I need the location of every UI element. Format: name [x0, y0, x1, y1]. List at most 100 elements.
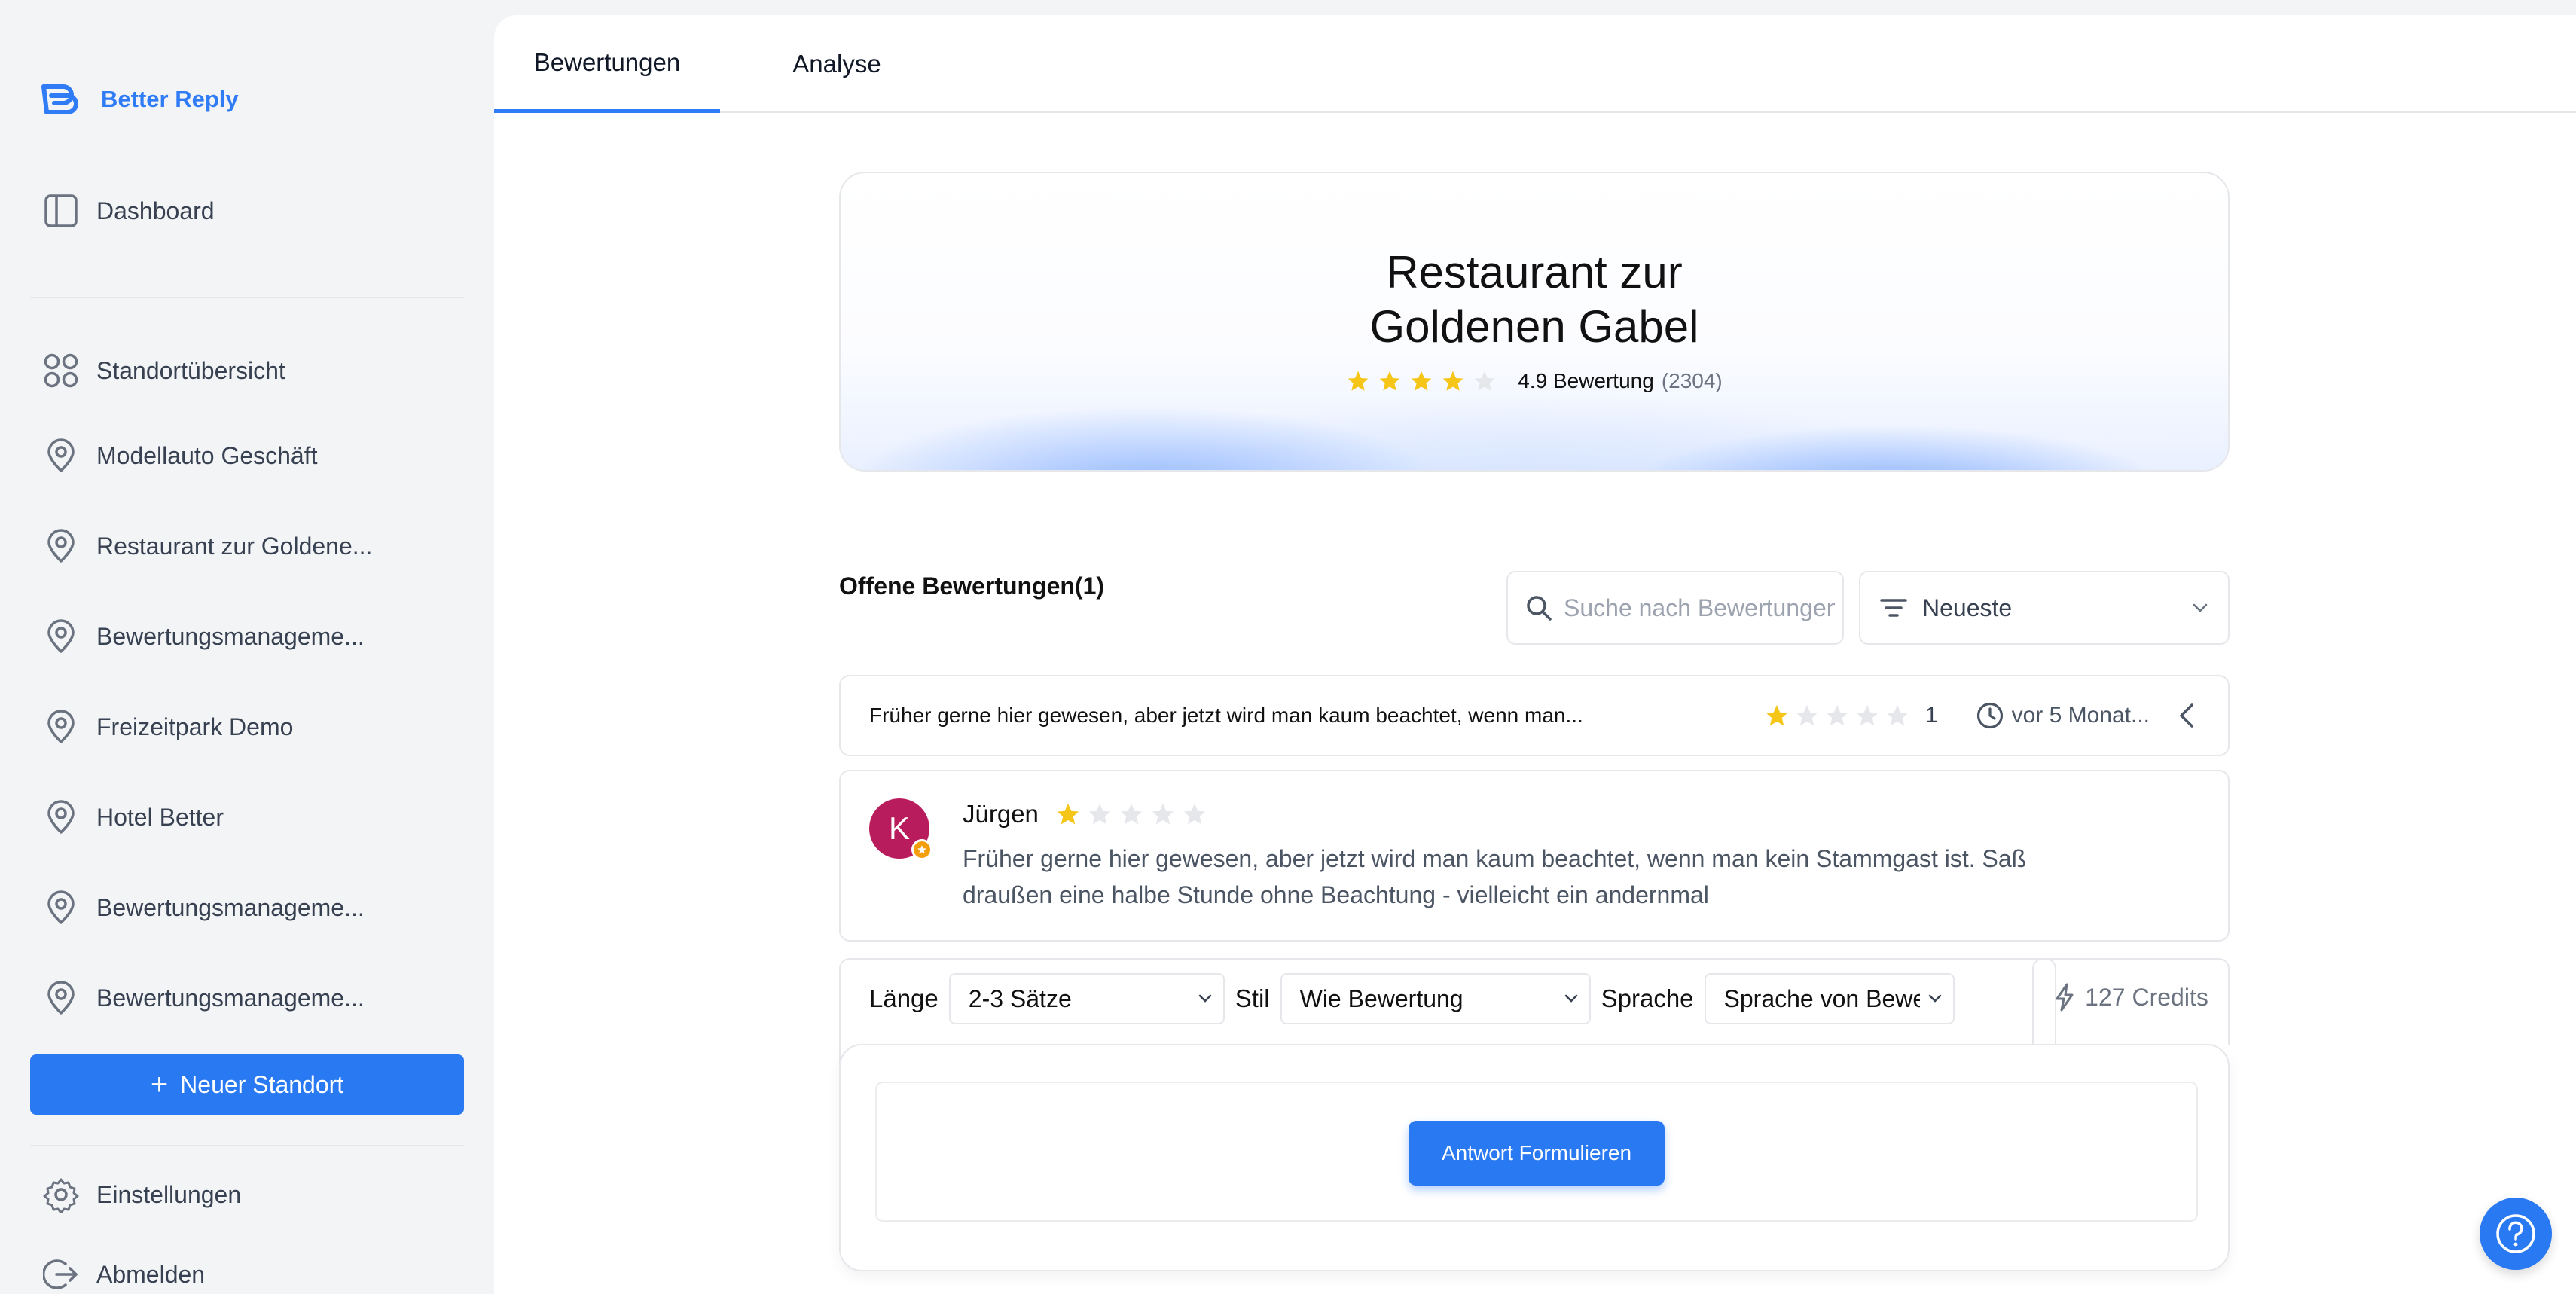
gear-icon: [42, 1176, 80, 1213]
sidebar-item-label: Freizeitpark Demo: [96, 713, 294, 740]
reviewer-header: Jürgen: [963, 800, 1207, 829]
sidebar-item-label: Standortübersicht: [96, 356, 285, 384]
review-rating-value: 1: [1924, 703, 1938, 728]
sidebar-item-location[interactable]: Bewertungsmanageme...: [30, 606, 464, 667]
sidebar-panel-icon: [42, 192, 80, 230]
sidebar-item-label: Restaurant zur Goldene...: [96, 532, 373, 560]
star-filled-icon: [1411, 371, 1432, 391]
reply-compose-card: Antwort Formulieren: [839, 1044, 2230, 1271]
sidebar-item-dashboard[interactable]: Dashboard: [30, 181, 464, 241]
language-value: Sprache von Bewertung: [1723, 984, 1920, 1012]
rating-count: (2304): [1661, 369, 1723, 392]
star-filled-icon: [1379, 371, 1400, 391]
review-time-label: vor 5 Monat...: [2011, 703, 2150, 728]
sidebar-item-label: Bewertungsmanageme...: [96, 893, 365, 921]
star-empty-icon: [1826, 704, 1848, 726]
star-filled-icon: [1348, 371, 1369, 391]
sidebar-item-settings[interactable]: Einstellungen: [30, 1164, 464, 1225]
sidebar-item-location[interactable]: Restaurant zur Goldene...: [30, 516, 464, 576]
sort-value: Neueste: [1922, 594, 2013, 621]
brand[interactable]: Better Reply: [41, 78, 239, 121]
length-select[interactable]: 2-3 Sätze: [948, 973, 1225, 1024]
sidebar-item-location[interactable]: Hotel Better: [30, 787, 464, 847]
location-pin-icon: [42, 527, 80, 565]
star-empty-icon: [1183, 803, 1206, 825]
style-value: Wie Bewertung: [1299, 984, 1463, 1012]
logout-icon: [42, 1256, 80, 1293]
language-select[interactable]: Sprache von Bewertung: [1704, 973, 1955, 1024]
location-pin-icon: [42, 437, 80, 475]
sidebar-item-location[interactable]: Bewertungsmanageme...: [30, 968, 464, 1028]
star-filled-icon: [1057, 803, 1079, 825]
grid-circles-icon: [42, 352, 80, 389]
review-text: Früher gerne hier gewesen, aber jetzt wi…: [963, 845, 2027, 908]
help-button[interactable]: [2480, 1198, 2552, 1270]
sidebar-item-label: Dashboard: [96, 197, 215, 224]
language-label: Sprache: [1601, 984, 1694, 1012]
location-hero-card: Restaurant zur Goldenen Gabel 4.9 Bewert…: [839, 172, 2230, 472]
review-row-stars: [1764, 703, 1910, 728]
sidebar-item-location[interactable]: Freizeitpark Demo: [30, 697, 464, 757]
tab-bar: Bewertungen Analyse: [494, 15, 2576, 113]
sidebar-divider: [30, 1145, 464, 1146]
sidebar: Better Reply Dashboard Standortübersicht…: [0, 0, 493, 1294]
sidebar-item-label: Bewertungsmanageme...: [96, 622, 365, 650]
chevron-left-icon[interactable]: [2177, 700, 2199, 731]
chevron-down-icon: [1198, 994, 1212, 1003]
sidebar-item-location[interactable]: Bewertungsmanageme...: [30, 877, 464, 938]
tab-bewertungen[interactable]: Bewertungen: [494, 15, 720, 113]
review-snippet: Früher gerne hier gewesen, aber jetzt wi…: [869, 703, 1583, 727]
review-search-box[interactable]: [1506, 571, 1844, 645]
reply-compose-area[interactable]: Antwort Formulieren: [875, 1082, 2198, 1222]
main-panel: Bewertungen Analyse Restaurant zur Golde…: [494, 15, 2576, 1294]
plus-icon: +: [150, 1068, 169, 1101]
credits-label: 127 Credits: [2085, 983, 2208, 1011]
location-pin-icon: [42, 708, 80, 746]
location-pin-icon: [42, 618, 80, 655]
sort-select[interactable]: Neueste: [1859, 571, 2230, 645]
credits-indicator: 127 Credits: [2032, 958, 2230, 1045]
sidebar-item-label: Hotel Better: [96, 803, 224, 831]
star-empty-icon: [1886, 704, 1909, 726]
help-question-icon: [2496, 1214, 2535, 1253]
sidebar-item-label: Einstellungen: [96, 1180, 242, 1208]
new-location-label: Neuer Standort: [180, 1070, 344, 1098]
chevron-down-icon: [1564, 994, 1577, 1003]
chevron-down-icon: [1928, 994, 1941, 1003]
brand-logo-icon: [41, 84, 78, 114]
location-title-line1: Restaurant zur: [1386, 247, 1683, 298]
star-empty-icon: [1796, 704, 1818, 726]
open-reviews-heading: Offene Bewertungen(1): [839, 572, 1105, 600]
star-empty-icon: [1088, 803, 1111, 825]
tab-analyse[interactable]: Analyse: [750, 15, 923, 113]
length-label: Länge: [869, 984, 939, 1012]
clock-icon: [1976, 702, 2003, 729]
location-title: Restaurant zur Goldenen Gabel: [841, 246, 2228, 354]
review-search-input[interactable]: [1564, 594, 1835, 622]
review-detail-card: K Jürgen Früher gerne hier gewesen, aber…: [839, 770, 2230, 942]
new-location-button[interactable]: + Neuer Standort: [30, 1054, 464, 1115]
star-empty-icon: [1152, 803, 1174, 825]
rating-text: 4.9 Bewertung: [1518, 369, 1654, 392]
chevron-down-icon: [2193, 603, 2208, 612]
formulate-reply-button[interactable]: Antwort Formulieren: [1409, 1121, 1665, 1186]
location-pin-icon: [42, 979, 80, 1017]
reviewer-name: Jürgen: [963, 800, 1039, 828]
review-time: vor 5 Monat...: [1976, 701, 2150, 730]
sidebar-item-label: Abmelden: [96, 1260, 206, 1288]
sidebar-item-logout[interactable]: Abmelden: [30, 1244, 464, 1294]
lightning-icon: [2056, 983, 2074, 1012]
length-value: 2-3 Sätze: [968, 984, 1072, 1012]
avatar: K: [869, 798, 932, 860]
style-select[interactable]: Wie Bewertung: [1280, 973, 1591, 1024]
location-rating: 4.9 Bewertung (2304): [841, 369, 2228, 393]
location-pin-icon: [42, 798, 80, 836]
sidebar-item-standortuebersicht[interactable]: Standortübersicht: [30, 340, 464, 401]
sidebar-item-location[interactable]: Modellauto Geschäft: [30, 426, 464, 486]
google-badge-icon: [911, 839, 932, 860]
search-icon: [1527, 596, 1552, 621]
star-empty-icon: [1474, 371, 1495, 391]
review-summary-row[interactable]: Früher gerne hier gewesen, aber jetzt wi…: [839, 675, 2230, 756]
sidebar-item-label: Modellauto Geschäft: [96, 441, 318, 469]
avatar-initial: K: [888, 810, 910, 846]
